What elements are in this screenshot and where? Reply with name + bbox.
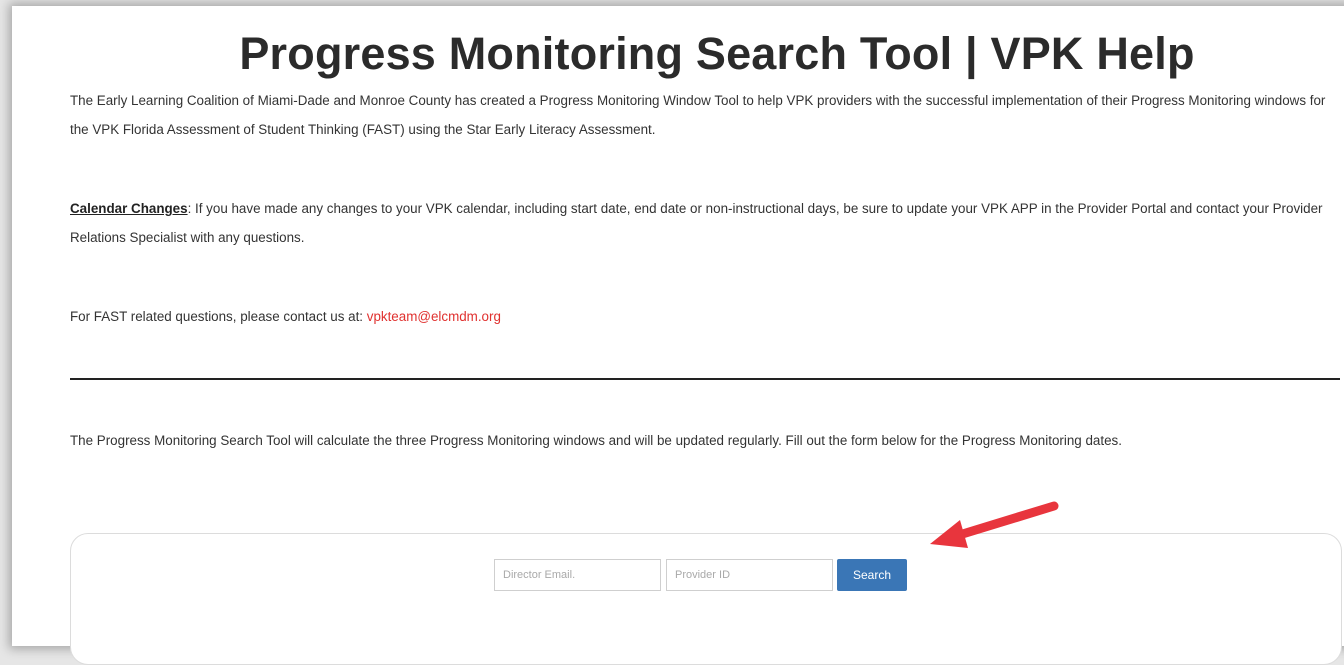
page-title: Progress Monitoring Search Tool | VPK He… xyxy=(239,28,1195,79)
red-arrow-icon xyxy=(930,501,1059,548)
contact-paragraph: For FAST related questions, please conta… xyxy=(70,302,1344,331)
section-divider xyxy=(70,378,1340,380)
calendar-changes-paragraph: Calendar Changes: If you have made any c… xyxy=(70,194,1344,252)
calendar-changes-label: Calendar Changes xyxy=(70,201,188,216)
contact-email-link[interactable]: vpkteam@elcmdm.org xyxy=(367,309,501,324)
provider-id-input[interactable] xyxy=(666,559,833,591)
tool-description: The Progress Monitoring Search Tool will… xyxy=(70,433,1122,448)
contact-text: For FAST related questions, please conta… xyxy=(70,309,367,324)
search-button[interactable]: Search xyxy=(837,559,907,591)
director-email-input[interactable] xyxy=(494,559,661,591)
page-container: Progress Monitoring Search Tool | VPK He… xyxy=(12,6,1344,665)
intro-paragraph: The Early Learning Coalition of Miami-Da… xyxy=(70,93,1326,137)
search-form-card: Search xyxy=(70,533,1342,665)
calendar-changes-text: : If you have made any changes to your V… xyxy=(70,201,1323,245)
